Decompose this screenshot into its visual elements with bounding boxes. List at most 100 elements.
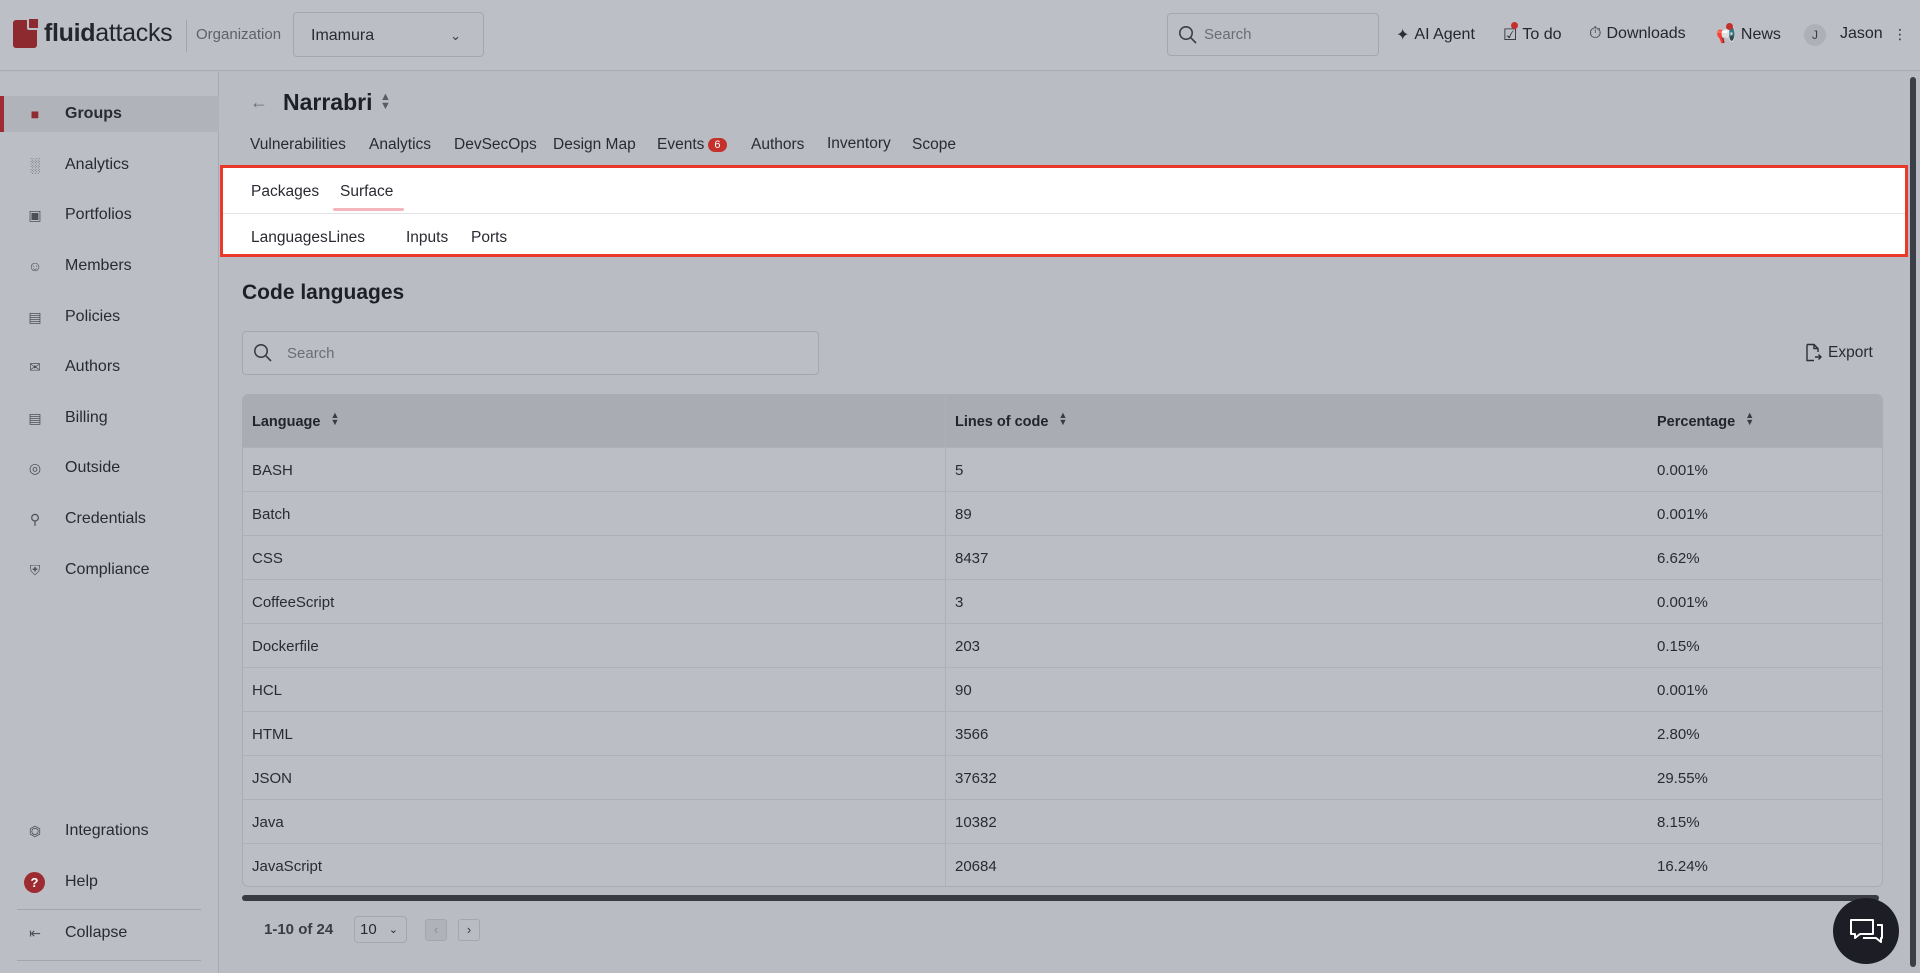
sidebar-item-billing[interactable]: ▤ Billing [0,400,219,436]
sidebar-item-members[interactable]: ☺ Members [0,248,219,284]
column-header-language[interactable]: Language ▲ ▼ [252,411,339,431]
cell-lines: 8437 [955,550,989,567]
table-row[interactable]: CSS 8437 6.62% [243,535,1882,579]
tab-languages[interactable]: Languages [251,229,328,247]
downloads-link[interactable]: ⏱ Downloads [1589,25,1686,43]
fluidattacks-logo[interactable]: fluidattacks [13,16,173,48]
column-header-percentage[interactable]: Percentage ▲ ▼ [1657,411,1754,431]
megaphone-icon: 📢 [1716,23,1736,45]
inventory-subtabs-highlight: Packages Surface Languages Lines Inputs … [220,165,1908,257]
table-row[interactable]: Batch 89 0.001% [243,491,1882,535]
vertical-scrollbar[interactable] [1910,77,1916,967]
sidebar-item-authors[interactable]: ✉ Authors [0,349,219,385]
notification-dot [1511,22,1518,29]
top-bar: fluidattacks Organization Imamura ⌄ Sear… [0,0,1920,71]
cell-percentage: 0.001% [1657,682,1708,699]
tab-design-map[interactable]: Design Map [553,136,636,154]
user-name[interactable]: Jason [1840,25,1883,43]
tab-events[interactable]: Events 6 [657,136,727,154]
previous-page-button[interactable]: ‹ [425,919,447,941]
table-row[interactable]: HCL 90 0.001% [243,667,1882,711]
tab-scope[interactable]: Scope [912,136,956,154]
ai-agent-link[interactable]: ✦ AI Agent [1396,25,1475,45]
tab-devsecops[interactable]: DevSecOps [454,136,537,154]
column-header-lines[interactable]: Lines of code ▲ ▼ [955,411,1067,431]
sort-icon[interactable]: ▲ ▼ [330,411,339,427]
cell-percentage: 2.80% [1657,726,1700,743]
tab-lines[interactable]: Lines [328,229,365,247]
table-row[interactable]: JSON 37632 29.55% [243,755,1882,799]
sidebar-item-collapse[interactable]: ⇤ Collapse [0,915,219,951]
cell-percentage: 6.62% [1657,550,1700,567]
pagination-info: 1-10 of 24 [264,921,334,938]
cell-lines: 10382 [955,814,997,831]
billing-icon: ▤ [28,409,42,426]
news-link[interactable]: 📢 News [1716,23,1781,45]
tab-analytics[interactable]: Analytics [369,136,431,154]
tab-authors[interactable]: Authors [751,136,804,154]
sidebar: ■ Groups ░ Analytics ▣ Portfolios ☺ Memb… [0,72,219,973]
cell-lines: 3566 [955,726,989,743]
divider [186,20,187,52]
organization-select[interactable]: Imamura ⌄ [293,12,484,57]
table-row[interactable]: BASH 5 0.001% [243,447,1882,491]
cell-percentage: 0.001% [1657,506,1708,523]
chat-launcher-button[interactable] [1833,898,1899,964]
table-header: Language ▲ ▼ Lines of code ▲ ▼ Percentage ▲ ▼ [243,395,1882,447]
tab-inventory[interactable]: Inventory [827,135,891,153]
shield-check-icon: ⛨ [29,561,41,578]
sidebar-item-credentials[interactable]: ⚲ Credentials [0,501,219,537]
sidebar-item-outside[interactable]: ◎ Outside [0,450,219,486]
page-size-select[interactable]: 10 ⌄ [354,916,407,943]
mail-icon: ✉ [29,358,41,375]
chevron-down-icon: ⌄ [388,924,398,936]
cell-language: BASH [252,462,293,479]
horizontal-scrollbar[interactable] [242,895,1879,901]
next-page-button[interactable]: › [458,919,480,941]
todo-link[interactable]: ☑ To do [1503,22,1561,45]
sidebar-item-portfolios[interactable]: ▣ Portfolios [0,197,219,233]
sidebar-item-integrations[interactable]: ⏣ Integrations [0,813,219,849]
subtabs-divider [223,213,1905,214]
sidebar-item-groups[interactable]: ■ Groups [0,96,219,132]
sidebar-item-analytics[interactable]: ░ Analytics [0,147,219,183]
tab-ports[interactable]: Ports [471,229,507,247]
group-switch-icon[interactable]: ▲ ▼ [380,92,391,112]
back-arrow-icon[interactable]: ← [250,92,268,113]
table-row[interactable]: JavaScript 20684 16.24% [243,843,1882,886]
key-icon: ⚲ [29,510,41,527]
table-row[interactable]: Java 10382 8.15% [243,799,1882,843]
sidebar-item-help[interactable]: ? Help [0,864,219,900]
notification-dot [1726,23,1733,30]
sort-icon[interactable]: ▲ ▼ [1745,411,1754,427]
sort-icon[interactable]: ▲ ▼ [1058,411,1067,427]
cell-lines: 5 [955,462,964,479]
cell-language: JavaScript [252,858,323,875]
logo-mark-icon [13,16,40,48]
export-button[interactable]: Export [1804,343,1873,362]
tab-surface[interactable]: Surface [340,183,393,201]
tab-packages[interactable]: Packages [251,183,319,201]
avatar[interactable]: J [1804,24,1826,46]
plug-icon: ⏣ [28,822,42,839]
collapse-icon: ⇤ [29,924,41,941]
tab-inputs[interactable]: Inputs [406,229,448,247]
section-title: Code languages [242,281,405,304]
table-search-input[interactable]: Search [242,331,819,375]
file-export-icon [1806,343,1822,362]
cell-language: Batch [252,506,291,523]
events-count-badge: 6 [708,138,727,152]
tab-vulnerabilities[interactable]: Vulnerabilities [250,136,346,154]
table-row[interactable]: CoffeeScript 3 0.001% [243,579,1882,623]
search-icon [254,344,272,362]
sidebar-item-compliance[interactable]: ⛨ Compliance [0,552,219,588]
chevron-down-icon: ⌄ [450,28,461,43]
global-search-input[interactable]: Search [1167,13,1379,56]
table-row[interactable]: Dockerfile 203 0.15% [243,623,1882,667]
cell-language: HTML [252,726,293,743]
download-icon: ⏱ [1589,25,1602,42]
more-vertical-icon[interactable]: ⋮ [1893,26,1907,43]
sidebar-item-policies[interactable]: ▤ Policies [0,299,219,335]
table-row[interactable]: HTML 3566 2.80% [243,711,1882,755]
logo-text: fluidattacks [44,19,173,47]
